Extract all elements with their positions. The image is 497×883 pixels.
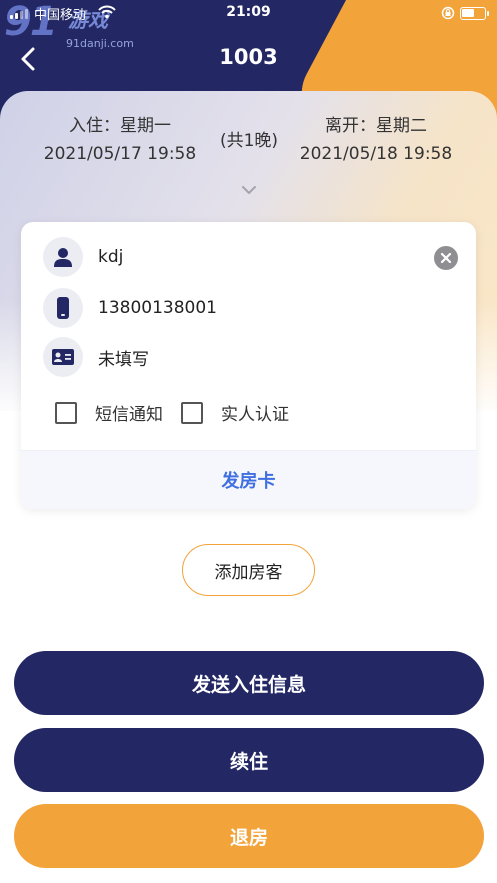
lock-rotation-icon — [441, 6, 455, 20]
checkout-label: 离开：星期二 — [325, 116, 427, 136]
guest-name: kdj — [98, 247, 124, 267]
user-icon — [43, 237, 83, 277]
guest-card: kdj 13800138001 未填写 短信通知 实人认证 发房卡 — [21, 222, 476, 509]
checkout-button[interactable]: 退房 — [14, 804, 484, 868]
guest-id-number: 未填写 — [98, 349, 149, 370]
guest-phone-row[interactable]: 13800138001 — [43, 288, 217, 328]
status-bar: 中国移动 21:09 — [0, 0, 497, 28]
notification-options: 短信通知 实人认证 — [55, 400, 289, 425]
realname-label: 实人认证 — [221, 405, 289, 425]
guest-id-row[interactable]: 未填写 — [43, 337, 149, 377]
realname-checkbox[interactable] — [181, 401, 203, 424]
checkout-info: 离开：星期二 2021/05/18 19:58 — [296, 112, 456, 168]
battery-tip — [487, 11, 489, 16]
sms-notify-label: 短信通知 — [95, 405, 163, 425]
battery-icon — [460, 7, 486, 20]
checkin-datetime: 2021/05/17 19:58 — [43, 144, 197, 164]
issue-card-button[interactable]: 发房卡 — [21, 450, 476, 509]
status-time: 21:09 — [226, 4, 271, 20]
send-checkin-info-button[interactable]: 发送入住信息 — [14, 651, 484, 715]
checkout-datetime: 2021/05/18 19:58 — [299, 144, 453, 164]
nights-count: (共1晚) — [219, 131, 279, 151]
chevron-down-icon[interactable] — [240, 184, 258, 196]
clear-icon — [440, 252, 452, 264]
page-title: 1003 — [219, 45, 278, 69]
extend-stay-button[interactable]: 续住 — [14, 728, 484, 792]
guest-phone: 13800138001 — [98, 298, 217, 318]
clear-guest-button[interactable] — [434, 246, 458, 270]
sms-notify-checkbox[interactable] — [55, 401, 77, 424]
add-guest-button[interactable]: 添加房客 — [182, 544, 315, 596]
guest-name-row[interactable]: kdj — [43, 237, 123, 277]
id-card-icon — [43, 337, 83, 377]
phone-icon — [43, 288, 83, 328]
checkin-info: 入住：星期一 2021/05/17 19:58 — [40, 112, 200, 168]
checkin-label: 入住：星期一 — [69, 116, 171, 136]
